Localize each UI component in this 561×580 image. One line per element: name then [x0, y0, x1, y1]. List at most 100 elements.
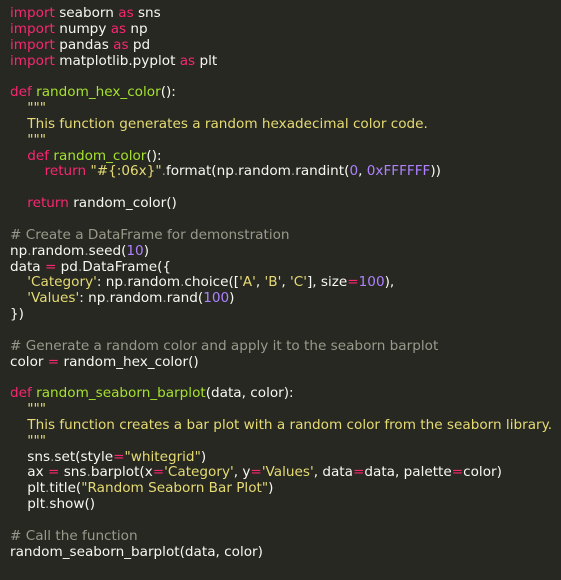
code-line[interactable]: # Call the function [10, 528, 561, 545]
code-line[interactable]: This function generates a random hexadec… [10, 116, 561, 133]
code-token: import [10, 36, 55, 53]
code-token: sns [133, 5, 161, 21]
code-token: = [113, 448, 125, 465]
code-token: )) [430, 163, 441, 180]
code-token: plt [195, 52, 218, 69]
code-token: , [358, 163, 367, 180]
code-token: random_hex_color [36, 84, 161, 101]
code-line[interactable]: np.random.seed(10) [10, 242, 561, 260]
code-token: data [10, 258, 45, 275]
code-line[interactable]: plt.title("Random Seaborn Bar Plot") [10, 480, 561, 497]
code-token: barplot(x [90, 464, 153, 481]
code-line[interactable]: import matplotlib.pyplot as plt [10, 52, 561, 70]
code-line[interactable]: sns.set(style="whitegrid") [10, 448, 561, 466]
code-token: (): [146, 147, 162, 164]
code-token: 'Values' [261, 464, 314, 481]
code-token: 'B' [264, 274, 282, 291]
code-token: = [47, 464, 60, 481]
code-line[interactable]: return random_color() [10, 195, 561, 212]
code-line[interactable]: import seaborn as sns [10, 5, 561, 22]
code-token: data, palette [364, 464, 452, 481]
code-token: title( [49, 480, 82, 497]
code-line[interactable] [10, 513, 561, 529]
code-line[interactable]: 'Values': np.random.rand(100) [10, 290, 561, 307]
code-token: random_seaborn_barplot [36, 385, 206, 402]
code-token: "whitegrid" [124, 448, 201, 465]
code-editor[interactable]: import seaborn as sns import numpy as np i… [0, 0, 561, 580]
code-line[interactable]: ax = sns.barplot(x='Category', y='Values… [10, 465, 561, 481]
code-token: randint( [295, 163, 350, 180]
code-token: as [179, 52, 196, 69]
code-line[interactable]: plt.show() [10, 496, 561, 513]
code-token: def [10, 84, 32, 101]
code-token: import [10, 5, 55, 21]
code-token: , [281, 274, 290, 291]
code-token: "#{:06x}" [90, 163, 162, 180]
code-line[interactable]: # Generate a random color and apply it t… [10, 338, 561, 355]
code-line[interactable]: """ [10, 433, 561, 450]
code-token: ax [10, 464, 48, 481]
code-token: as [118, 5, 134, 21]
code-line[interactable]: 'Category': np.random.choice(['A', 'B', … [10, 274, 561, 291]
code-token: 'A' [239, 274, 256, 291]
code-line[interactable]: import pandas as pd [10, 36, 561, 54]
code-token: format(np [165, 163, 234, 180]
code-token: pandas [54, 36, 114, 53]
code-line[interactable] [10, 370, 561, 386]
code-token: color [10, 353, 48, 370]
code-token: color) [463, 464, 502, 481]
code-line[interactable]: def random_hex_color(): [10, 84, 561, 101]
code-token: as [110, 20, 127, 37]
code-line[interactable]: def random_seaborn_barplot(data, color): [10, 385, 561, 402]
code-token: random [109, 290, 163, 307]
code-token: choice([ [184, 274, 240, 291]
code-token: = [47, 353, 60, 370]
code-token: 10 [126, 242, 144, 259]
code-token: numpy [54, 20, 111, 37]
code-token: random [127, 274, 181, 291]
code-token: , data [313, 464, 353, 481]
code-token: """ [10, 401, 47, 418]
code-token: random_seaborn_barplot(data, color) [10, 543, 263, 560]
code-token: ) [229, 290, 235, 307]
code-token: pd [56, 258, 78, 275]
code-token: show() [49, 496, 96, 513]
code-token: plt [10, 480, 46, 497]
code-token: 'Category' [164, 464, 234, 481]
code-token: = [352, 464, 365, 481]
code-token: plt [10, 496, 46, 513]
code-line[interactable]: """ [10, 401, 561, 418]
code-line[interactable] [10, 212, 561, 228]
code-token: rand( [166, 290, 204, 307]
code-token: (): [160, 84, 176, 101]
code-token: ), [384, 274, 395, 291]
code-line[interactable]: data = pd.DataFrame({ [10, 258, 561, 276]
code-line[interactable]: This function creates a bar plot with a … [10, 417, 561, 434]
code-token: sns [59, 464, 87, 481]
code-token: np [10, 242, 28, 259]
code-line[interactable]: import numpy as np [10, 20, 561, 38]
code-token: import [10, 20, 55, 37]
code-token: # Create a DataFrame for demonstration [10, 226, 290, 243]
code-token: = [347, 274, 359, 291]
code-line[interactable] [10, 323, 561, 339]
code-token: as [113, 36, 129, 53]
code-line[interactable]: # Create a DataFrame for demonstration [10, 226, 561, 244]
code-line[interactable]: return "#{:06x}".format(np.random.randin… [10, 164, 561, 180]
code-line[interactable] [10, 180, 561, 196]
code-token: ) [200, 448, 207, 465]
code-line[interactable] [10, 69, 561, 85]
code-line[interactable]: random_seaborn_barplot(data, color) [10, 543, 561, 561]
code-token: : np [96, 274, 124, 291]
code-line[interactable]: }) [10, 306, 561, 323]
code-token: = [451, 464, 464, 481]
code-line[interactable]: def random_color(): [10, 147, 561, 165]
code-line[interactable]: """ [10, 100, 561, 117]
code-line[interactable]: color = random_hex_color() [10, 353, 561, 371]
code-line[interactable]: """ [10, 132, 561, 149]
